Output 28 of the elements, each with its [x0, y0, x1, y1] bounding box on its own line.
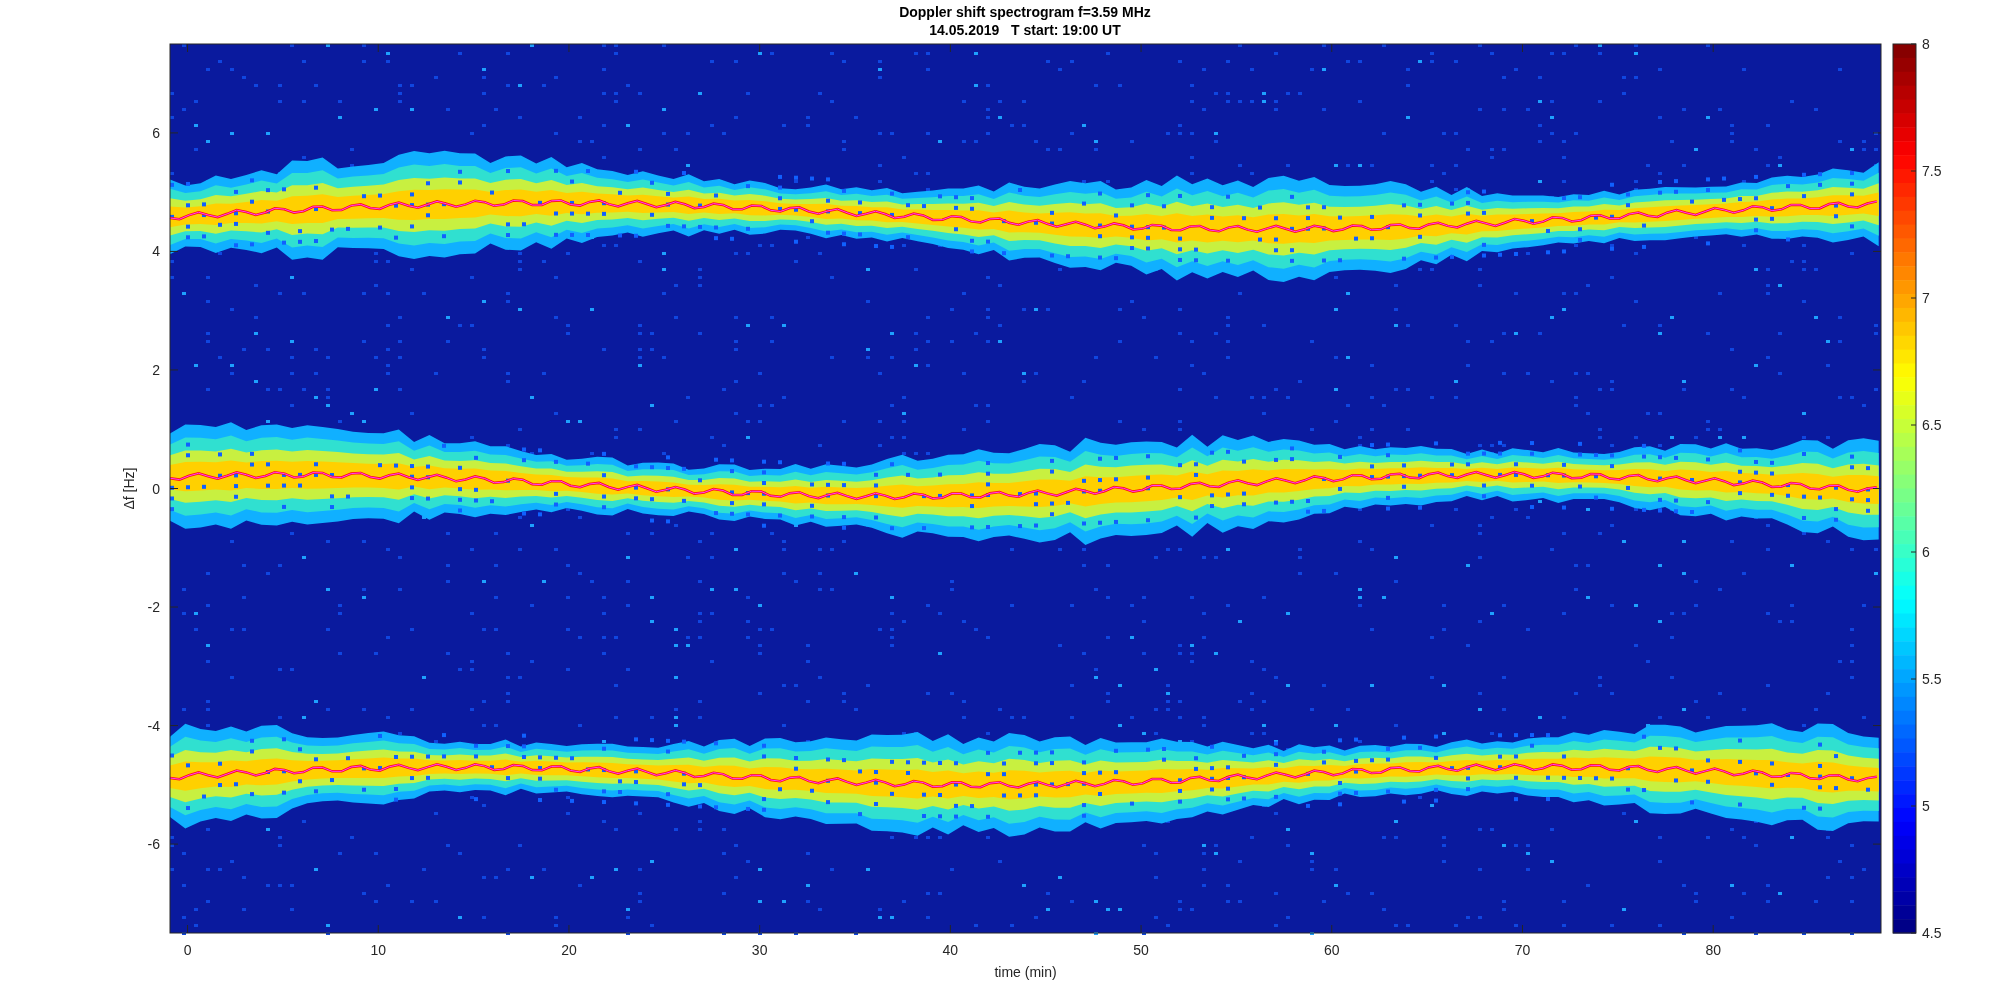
y-tick-label: 2 — [152, 361, 160, 378]
colorbar-tick-label: 7 — [1922, 290, 1930, 306]
x-tick-label: 40 — [942, 942, 959, 958]
colorbar-tick-label: 7.5 — [1922, 163, 1942, 179]
colorbar-tick-label: 4.5 — [1922, 925, 1942, 941]
colorbar-tick-label: 6.5 — [1922, 417, 1942, 433]
x-tick-label: 50 — [1133, 942, 1149, 958]
y-tick-label: -4 — [147, 717, 160, 734]
x-tick-label: 60 — [1324, 942, 1340, 958]
chart-title: Doppler shift spectrogram f=3.59 MHz — [899, 4, 1151, 20]
x-tick-label: 0 — [183, 942, 192, 958]
x-tick-label: 80 — [1705, 942, 1721, 958]
y-tick-label: -2 — [147, 599, 160, 616]
chart-title: 14.05.2019 T start: 19:00 UT — [929, 22, 1121, 38]
colorbar-tick-label: 5 — [1922, 798, 1930, 814]
x-axis-label: time (min) — [994, 964, 1057, 980]
x-tick-label: 20 — [561, 942, 577, 958]
y-tick-label: 4 — [152, 243, 160, 260]
colorbar-tick-label: 5.5 — [1922, 671, 1942, 687]
x-tick-label: 10 — [370, 942, 387, 958]
y-tick-label: 0 — [152, 480, 160, 497]
colorbar-tick-label: 6 — [1922, 544, 1930, 560]
x-tick-label: 30 — [751, 942, 768, 958]
y-tick-label: 6 — [152, 124, 160, 141]
y-tick-label: -6 — [147, 836, 160, 853]
x-tick-label: 70 — [1514, 942, 1531, 958]
colorbar-tick-label: 8 — [1922, 36, 1930, 52]
y-axis-label: Δf [Hz] — [121, 467, 137, 510]
